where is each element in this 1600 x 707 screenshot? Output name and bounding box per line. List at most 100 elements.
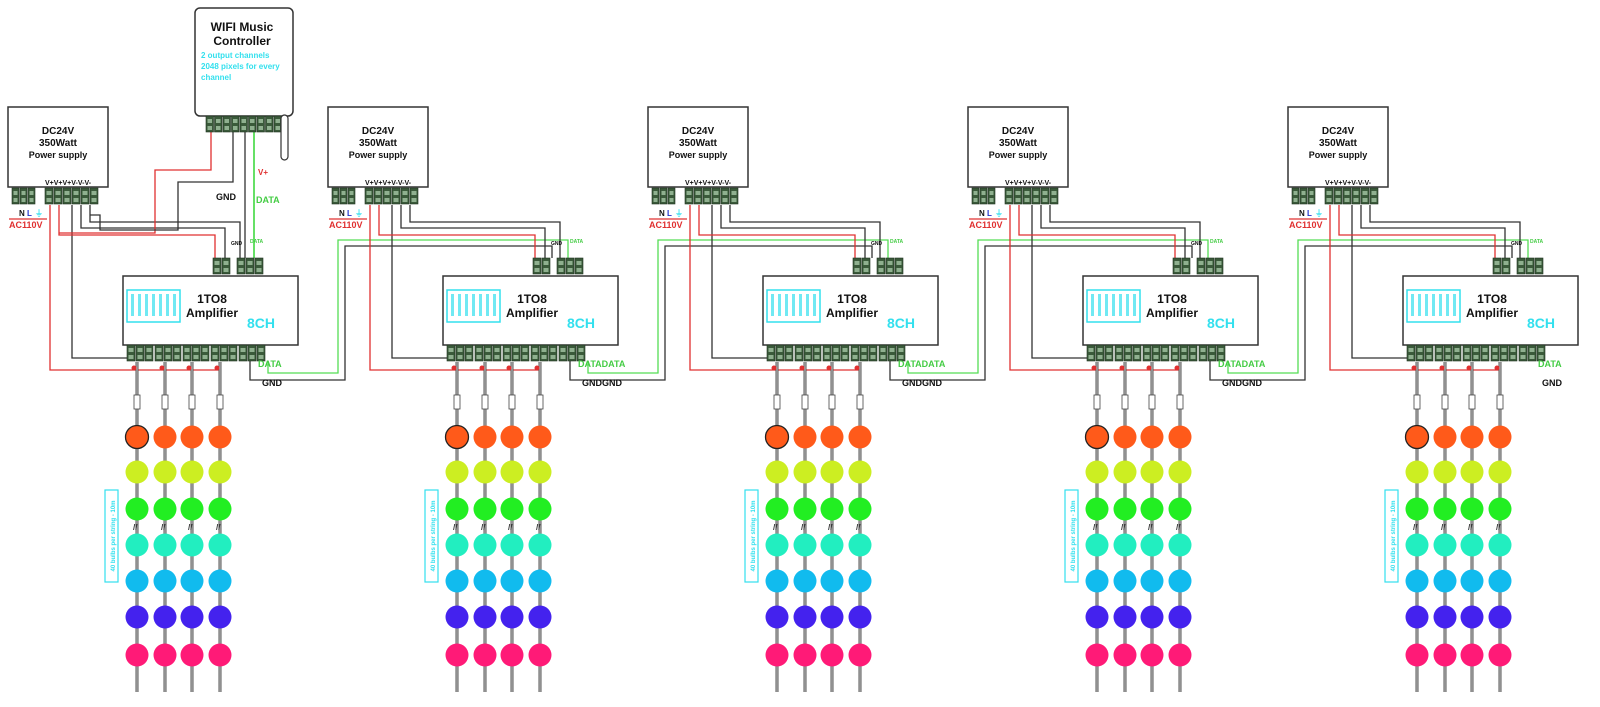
unit-3: DC24V350WattPower supply V+V+V+V-V-V- N L ⏚ A… [647, 106, 946, 692]
input-l-label: L [667, 209, 672, 218]
psu-wattage: 350Watt [359, 138, 398, 149]
terminal-slot [1518, 268, 1524, 272]
string-length-label: 40 bulbs per string - 10m [744, 489, 759, 583]
amp-output-terminal [1434, 344, 1462, 362]
dip-switch [472, 294, 475, 316]
connector-dot [479, 365, 485, 371]
terminal-screw [669, 191, 674, 195]
power-supply: DC24V350WattPower supply V+V+V+V-V-V- N L ⏚ A… [967, 106, 1069, 230]
bulb-string: // [180, 362, 204, 692]
bulb [445, 460, 469, 484]
wifi-music-controller: WIFI Music Controller 2 output channels … [194, 7, 294, 205]
bulb [208, 533, 232, 557]
terminal-screw [842, 348, 848, 352]
break-mark: // [481, 523, 486, 532]
input-l-label: L [987, 209, 992, 218]
terminal-screw [214, 261, 220, 265]
terminal-screw [1426, 348, 1432, 352]
amp-data-label: DATA [890, 239, 904, 245]
terminal-slot [1200, 355, 1206, 359]
dip-switch [465, 294, 468, 316]
terminal-slot [214, 268, 220, 272]
label-text: 40 bulbs per string - 10m [431, 500, 437, 571]
amplifier: 1TO8Amplifier 8CH GND DATA [1082, 239, 1259, 362]
psu-terminal-labels: V+V+V+V-V-V- [685, 180, 732, 187]
break-mark: // [188, 523, 193, 532]
terminal-slot [695, 198, 701, 202]
terminal-slot [576, 268, 582, 272]
amp-gnd-label: GND [231, 241, 243, 247]
bulb [208, 569, 232, 593]
amp-output-terminal [502, 344, 530, 362]
terminal-slot [448, 355, 454, 359]
terminal-screw [275, 119, 280, 123]
terminal-screw [258, 348, 264, 352]
controller-title-2: Controller [213, 34, 271, 48]
gnd-out-label: GNDGND [902, 378, 942, 388]
bulb [153, 497, 177, 521]
terminal-slot [366, 198, 372, 202]
amp-output-terminal [154, 344, 182, 362]
terminal-slot [861, 355, 867, 359]
terminal-slot [1006, 198, 1012, 202]
terminal-slot [333, 198, 338, 202]
bulb [180, 569, 204, 593]
terminal-screw [207, 119, 212, 123]
controller-info-2: 2048 pixels for every [201, 62, 280, 71]
bulb [1405, 569, 1429, 593]
string-connector [188, 394, 196, 410]
connector-dot [1411, 365, 1417, 371]
terminal-screw [1344, 191, 1350, 195]
terminal-slot [722, 198, 728, 202]
ac-input-terminal [971, 187, 996, 205]
terminal-slot [249, 355, 255, 359]
bulb [1085, 643, 1109, 667]
dip-switch [1112, 294, 1115, 316]
bulb [180, 460, 204, 484]
bulb [500, 425, 524, 449]
amp-output-terminal [850, 344, 878, 362]
terminal-screw [476, 348, 482, 352]
earth-icon: ⏚ [35, 209, 43, 218]
string-connector [133, 394, 141, 410]
bulb [793, 425, 817, 449]
bulb [1085, 533, 1109, 557]
terminal-slot [193, 355, 199, 359]
terminal-slot [1097, 355, 1103, 359]
terminal-slot [1162, 355, 1168, 359]
terminal-slot [878, 268, 884, 272]
vplus-wire-to-amp [378, 205, 536, 258]
break-mark: // [508, 523, 513, 532]
bulb [124, 424, 150, 450]
terminal-screw [695, 191, 701, 195]
break-mark: // [1093, 523, 1098, 532]
terminal-screw [863, 261, 869, 265]
terminal-slot [411, 198, 417, 202]
break-mark: // [828, 523, 833, 532]
bulb-strings: // // // // [1404, 362, 1512, 692]
terminal-screw [1183, 261, 1189, 265]
earth-icon: ⏚ [355, 209, 363, 218]
terminal-screw [1172, 348, 1178, 352]
bulb [153, 643, 177, 667]
bulb [793, 605, 817, 629]
bulb [765, 605, 789, 629]
dip-switch [1105, 294, 1108, 316]
bulb [1405, 605, 1429, 629]
bulb [1433, 569, 1457, 593]
terminal-screw [13, 191, 18, 195]
bulb-string: // [1404, 362, 1430, 692]
amp-output-terminal [1462, 344, 1490, 362]
bulb [125, 605, 149, 629]
units: DC24V350WattPower supplyV+V+V+V-V-V-N L ⏚A… [7, 106, 1579, 692]
terminal-screw [29, 191, 34, 195]
terminal-screw [768, 348, 774, 352]
vplus-wire-to-amp [58, 205, 216, 258]
vplus-wire-label: V+ [258, 168, 268, 177]
terminal-slot [713, 198, 719, 202]
earth-icon: ⏚ [995, 209, 1003, 218]
connector-dot [1466, 365, 1472, 371]
terminal-screw [223, 261, 229, 265]
psu-label: Power supply [29, 150, 88, 160]
terminal-screw [989, 191, 994, 195]
